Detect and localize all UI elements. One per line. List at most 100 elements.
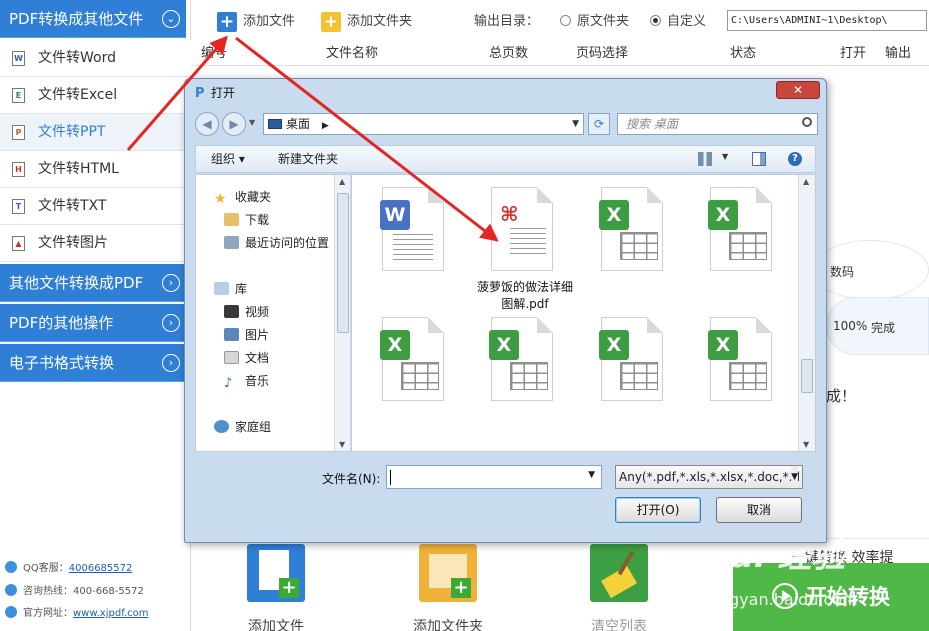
nav-label: 音乐 (245, 374, 270, 388)
view-dropdown-icon[interactable]: ▼ (722, 152, 728, 161)
nav-scrollbar[interactable]: ▲ ▼ (334, 175, 350, 451)
chevron-down-icon[interactable]: ▼ (588, 470, 595, 480)
sidebar-item-word[interactable]: W 文件转Word (0, 40, 191, 77)
nav-label: 库 (235, 282, 248, 296)
nav-music[interactable]: ♪ 音乐 (224, 373, 269, 390)
nav-documents[interactable]: 文档 (224, 350, 269, 366)
help-icon[interactable]: ? (788, 152, 802, 166)
radio-label: 原文件夹 (577, 14, 630, 29)
pdf-document-icon: ⌘ (491, 187, 553, 271)
nav-videos[interactable]: 视频 (224, 304, 269, 320)
nav-favorites[interactable]: ★ 收藏夹 (214, 189, 271, 207)
filename-input[interactable]: ▼ (386, 465, 602, 489)
nav-label: 下载 (245, 213, 270, 227)
search-icon (802, 117, 812, 127)
new-folder-button[interactable]: 新建文件夹 (278, 146, 338, 172)
organize-menu[interactable]: 组织 ▾ (211, 146, 245, 172)
qq-label: QQ客服： (23, 563, 69, 574)
qq-link[interactable]: 4006685572 (69, 563, 133, 574)
back-button[interactable]: ◀ (195, 112, 219, 136)
radio-custom-folder[interactable]: 自定义 (650, 11, 706, 33)
clear-list-button[interactable]: 清空列表 (574, 544, 664, 631)
excel-badge-icon: X (599, 330, 629, 360)
done-text: 成！ (826, 387, 857, 405)
pdf-logo-icon: ⌘ (500, 202, 519, 226)
sidebar-item-label: 文件转HTML (38, 161, 119, 177)
scroll-thumb[interactable] (337, 193, 349, 333)
progress-value: 100% (833, 319, 868, 333)
nav-pictures[interactable]: 图片 (224, 327, 269, 343)
nav-downloads[interactable]: 下载 (224, 212, 269, 228)
add-file-icon: + (247, 544, 305, 602)
scroll-down-icon[interactable]: ▼ (803, 440, 809, 449)
chevron-down-icon[interactable]: ▼ (572, 114, 579, 134)
cancel-button[interactable]: 取消 (716, 497, 802, 523)
add-file-label: 添加文件 (243, 14, 296, 29)
view-mode-icon[interactable] (698, 152, 712, 166)
text-lines (510, 228, 546, 254)
chevron-down-icon[interactable]: ▼ (791, 466, 798, 488)
refresh-button[interactable]: ⟳ (588, 113, 610, 135)
forward-button[interactable]: ▶ (222, 112, 246, 136)
website: 官方网址：www.xjpdf.com (5, 604, 149, 619)
breadcrumb-arrow-icon[interactable]: ▶ (322, 121, 329, 131)
col-open: 打开 (840, 46, 867, 61)
preview-pane-icon[interactable] (752, 152, 766, 166)
document-icon: W (380, 187, 444, 271)
output-dir-label: 输出目录： (448, 11, 539, 33)
chevron-down-icon: ⌄ (162, 10, 180, 28)
word-badge-icon: W (380, 200, 410, 230)
recent-places-icon (224, 236, 239, 249)
sidebar-item-image[interactable]: ▲ 文件转图片 (0, 225, 191, 262)
file-scrollbar[interactable]: ▲ ▼ (798, 175, 815, 451)
bottom-add-file-button[interactable]: + 添加文件 (231, 544, 321, 631)
hotline-label: 咨询热线： (23, 586, 73, 597)
search-input[interactable]: 搜索 桌面 (617, 113, 818, 135)
radio-label: 自定义 (667, 14, 707, 29)
sidebar-item-label: 文件转TXT (38, 198, 107, 214)
category-other-to-pdf[interactable]: 其他文件转换成PDF › (0, 264, 186, 302)
scroll-up-icon[interactable]: ▲ (339, 177, 345, 186)
open-button[interactable]: 打开(O) (615, 497, 701, 523)
category-pdf-to-other[interactable]: PDF转换成其他文件 ⌄ (0, 0, 186, 38)
sidebar-item-txt[interactable]: T 文件转TXT (0, 188, 191, 225)
excel-document-icon: X (708, 317, 772, 401)
scroll-up-icon[interactable]: ▲ (803, 177, 809, 186)
sheet-grid (620, 362, 658, 390)
site-link[interactable]: www.xjpdf.com (73, 608, 149, 619)
qq-icon (5, 561, 17, 573)
category-label: 其他文件转换成PDF (9, 274, 144, 292)
filetype-value: Any(*.pdf,*.xls,*.xlsx,*.doc,*.d (619, 470, 801, 484)
scroll-thumb[interactable] (801, 359, 813, 393)
address-crumb[interactable]: 桌面 (286, 117, 310, 131)
radio-original-folder[interactable]: 原文件夹 (560, 11, 629, 33)
nav-library[interactable]: 库 (214, 281, 247, 297)
search-placeholder: 搜索 桌面 (626, 117, 678, 131)
nav-recent[interactable]: 最近访问的位置 (224, 235, 329, 251)
nav-homegroup[interactable]: 家庭组 (214, 419, 271, 435)
file-list-pane: W ⌘ 菠萝饭的做法详细图解.pdf X X X X X X ▲ ▼ (351, 174, 816, 452)
category-ebook-convert[interactable]: 电子书格式转换 › (0, 344, 186, 382)
excel-document-icon: X (599, 317, 663, 401)
chevron-right-icon: › (162, 274, 180, 292)
excel-document-icon: X (489, 317, 553, 401)
category-pdf-other-ops[interactable]: PDF的其他操作 › (0, 304, 186, 342)
sidebar-item-html[interactable]: H 文件转HTML (0, 151, 191, 188)
add-file-button[interactable]: + 添加文件 (217, 11, 295, 33)
sidebar-item-excel[interactable]: E 文件转Excel (0, 77, 191, 114)
sidebar-item-ppt[interactable]: P 文件转PPT (0, 114, 191, 151)
dialog-title-bar: P 打开 (195, 84, 235, 101)
nav-label: 视频 (245, 305, 270, 319)
history-dropdown-icon[interactable]: ▼ (249, 118, 255, 127)
address-bar[interactable]: 桌面 ▶ ▼ (263, 113, 584, 135)
bottom-add-folder-label: 添加文件夹 (413, 619, 483, 631)
chevron-right-icon: › (162, 354, 180, 372)
output-path-field[interactable]: C:\Users\ADMINI~1\Desktop\ (727, 10, 927, 31)
bottom-add-folder-button[interactable]: + 添加文件夹 (403, 544, 493, 631)
add-folder-icon: + (321, 12, 341, 32)
filetype-select[interactable]: Any(*.pdf,*.xls,*.xlsx,*.doc,*.d ▼ (615, 465, 803, 489)
category-label: PDF转换成其他文件 (9, 10, 144, 28)
add-folder-button[interactable]: + 添加文件夹 (321, 11, 412, 33)
close-button[interactable]: ✕ (776, 81, 820, 99)
scroll-down-icon[interactable]: ▼ (339, 440, 345, 449)
